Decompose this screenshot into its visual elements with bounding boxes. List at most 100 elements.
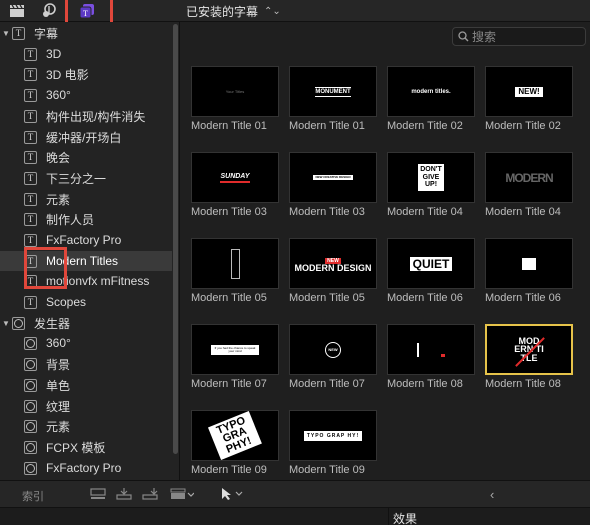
sidebar-item-label: 360° xyxy=(46,88,71,102)
effects-label[interactable]: 效果 xyxy=(393,510,417,525)
title-clip[interactable]: Modern Title 06 xyxy=(485,238,573,304)
sidebar-item-title[interactable]: Tmotionvfx mFitness xyxy=(0,271,172,291)
sidebar-item-generator[interactable]: 背景 xyxy=(0,354,172,374)
thumbnail-art: MONUMENT xyxy=(315,86,351,97)
titles-generators-icon[interactable]: T xyxy=(76,2,98,20)
sidebar-item-title[interactable]: T 元素 xyxy=(0,189,172,209)
thumbnail-art: QUIET xyxy=(409,256,453,271)
clip-thumbnail[interactable]: SUNDAY xyxy=(191,152,279,203)
generator-icon xyxy=(24,357,37,371)
sidebar-item-label: 构件出现/构件消失 xyxy=(46,109,146,124)
thumbnail-art: SUNDAY xyxy=(220,173,250,183)
clip-thumbnail[interactable]: modern titles. xyxy=(387,66,475,117)
clip-thumbnail[interactable]: NEW! xyxy=(485,66,573,117)
sidebar-item-label: Scopes xyxy=(46,295,87,309)
title-clip[interactable]: NEW MODERN DESIGN Modern Title 05 xyxy=(289,238,377,304)
title-clip[interactable]: NEW CREATIVE DESIGN Modern Title 03 xyxy=(289,152,377,218)
sidebar-item-title[interactable]: T Modern Titles xyxy=(0,251,172,271)
title-clip[interactable]: If you had the chance to speak your mind… xyxy=(191,324,279,390)
title-clip[interactable]: Modern Title 08 xyxy=(387,324,475,390)
clip-thumbnail[interactable]: MODERN xyxy=(485,152,573,203)
clip-thumbnail[interactable]: If you had the chance to speak your mind xyxy=(191,324,279,375)
sidebar-item-label: 背景 xyxy=(46,357,71,372)
title-clip[interactable]: MOD ERN TI TLE Modern Title 08 xyxy=(485,324,573,390)
clip-thumbnail[interactable]: QUIET xyxy=(387,238,475,289)
sidebar-group-generators[interactable]: ▼ 发生器 xyxy=(0,313,172,333)
sidebar-item-title[interactable]: T 360° xyxy=(0,85,172,105)
sidebar-item-title[interactable]: T FxFactory Pro xyxy=(0,230,172,250)
disclosure-triangle-icon[interactable]: ▼ xyxy=(2,29,12,38)
disclosure-triangle-icon[interactable]: ▼ xyxy=(2,319,12,328)
sidebar-item-generator[interactable]: 360° xyxy=(0,333,172,353)
clip-name: Modern Title 09 xyxy=(191,464,267,476)
clip-thumbnail[interactable] xyxy=(191,238,279,289)
title-clip[interactable]: DON'T GIVE UP! Modern Title 04 xyxy=(387,152,475,218)
thumbnail-art: NEW! xyxy=(515,86,543,97)
sidebar-item-title[interactable]: T 3D 电影 xyxy=(0,64,172,84)
clip-thumbnail[interactable]: DON'T GIVE UP! xyxy=(387,152,475,203)
sidebar-item-title[interactable]: T 3D xyxy=(0,44,172,64)
clip-thumbnail[interactable]: MOD ERN TI TLE xyxy=(485,324,573,375)
sidebar-item-label: FxFactory Pro xyxy=(46,461,122,475)
search-field[interactable]: 搜索 xyxy=(452,27,586,46)
sidebar-item-label: FxFactory Pro xyxy=(46,233,122,247)
clip-thumbnail[interactable]: NEW CREATIVE DESIGN xyxy=(289,152,377,203)
title-icon: T xyxy=(24,150,37,164)
browser-title-menu[interactable]: 已安装的字幕 ⌃⌄ xyxy=(186,3,281,20)
clip-name: Modern Title 08 xyxy=(387,378,463,390)
title-icon: T xyxy=(24,192,37,206)
clapper-icon[interactable] xyxy=(6,2,28,20)
sidebar-item-generator[interactable]: 元素 xyxy=(0,416,172,436)
clip-name: Modern Title 09 xyxy=(289,464,365,476)
insert-clip-icon[interactable] xyxy=(116,487,132,501)
clip-thumbnail[interactable]: NEW xyxy=(289,324,377,375)
sidebar-item-generator[interactable]: 单色 xyxy=(0,375,172,395)
append-clip-icon[interactable] xyxy=(142,487,158,501)
sidebar-item-title[interactable]: T 构件出现/构件消失 xyxy=(0,106,172,126)
title-clip[interactable]: MODERN Modern Title 04 xyxy=(485,152,573,218)
clip-name: Modern Title 06 xyxy=(485,292,561,304)
title-clip[interactable]: QUIET Modern Title 06 xyxy=(387,238,475,304)
sidebar-group-titles[interactable]: ▼ T 字幕 xyxy=(0,23,172,43)
clip-thumbnail[interactable]: TYPO GRAP HY! xyxy=(289,410,377,461)
overwrite-clip-icon[interactable] xyxy=(170,487,194,501)
svg-text:T: T xyxy=(83,9,88,18)
thumbnail-art xyxy=(522,257,536,270)
sidebar-scrollbar[interactable] xyxy=(173,24,178,454)
clip-thumbnail[interactable] xyxy=(387,324,475,375)
clip-thumbnail[interactable] xyxy=(485,238,573,289)
title-clip[interactable]: TYPO GRA PHY! Modern Title 09 xyxy=(191,410,279,476)
toolbar: T 已安装的字幕 ⌃⌄ xyxy=(0,0,590,22)
sidebar-item-title[interactable]: T 缓冲器/开场白 xyxy=(0,127,172,147)
title-clip[interactable]: SUNDAY Modern Title 03 xyxy=(191,152,279,218)
sidebar-item-label: Modern Titles xyxy=(46,254,119,268)
sidebar-item-generator[interactable]: 纹理 xyxy=(0,396,172,416)
title-clip[interactable]: Modern Title 05 xyxy=(191,238,279,304)
thumbnail-art: MOD ERN TI TLE xyxy=(514,337,545,368)
clip-thumbnail[interactable]: MONUMENT xyxy=(289,66,377,117)
title-clip[interactable]: Your Titles Modern Title 01 xyxy=(191,66,279,132)
title-clip[interactable]: TYPO GRAP HY! Modern Title 09 xyxy=(289,410,377,476)
title-clip[interactable]: modern titles. Modern Title 02 xyxy=(387,66,475,132)
sidebar-item-generator[interactable]: FxFactory Pro xyxy=(0,458,172,478)
sidebar-item-label: 晚会 xyxy=(46,150,71,165)
index-button[interactable]: 索引 xyxy=(22,488,44,504)
generator-icon xyxy=(12,316,25,330)
clip-appearance-icon[interactable] xyxy=(90,487,106,501)
clip-thumbnail[interactable]: NEW MODERN DESIGN xyxy=(289,238,377,289)
sidebar-item-title[interactable]: T Scopes xyxy=(0,292,172,312)
sidebar-item-generator[interactable]: FCPX 模板 xyxy=(0,437,172,457)
clip-name: Modern Title 02 xyxy=(485,120,561,132)
clip-thumbnail[interactable]: Your Titles xyxy=(191,66,279,117)
select-tool-icon[interactable] xyxy=(220,487,246,501)
title-icon: T xyxy=(24,233,37,247)
title-clip[interactable]: NEW! Modern Title 02 xyxy=(485,66,573,132)
sidebar-item-title[interactable]: T 制作人员 xyxy=(0,209,172,229)
title-clip[interactable]: NEW Modern Title 07 xyxy=(289,324,377,390)
title-clip[interactable]: MONUMENT Modern Title 01 xyxy=(289,66,377,132)
chevron-left-icon[interactable]: ‹ xyxy=(490,487,494,502)
clip-thumbnail[interactable]: TYPO GRA PHY! xyxy=(191,410,279,461)
photos-music-icon[interactable] xyxy=(38,2,60,20)
sidebar-item-title[interactable]: T 晚会 xyxy=(0,147,172,167)
sidebar-item-title[interactable]: T 下三分之一 xyxy=(0,168,172,188)
